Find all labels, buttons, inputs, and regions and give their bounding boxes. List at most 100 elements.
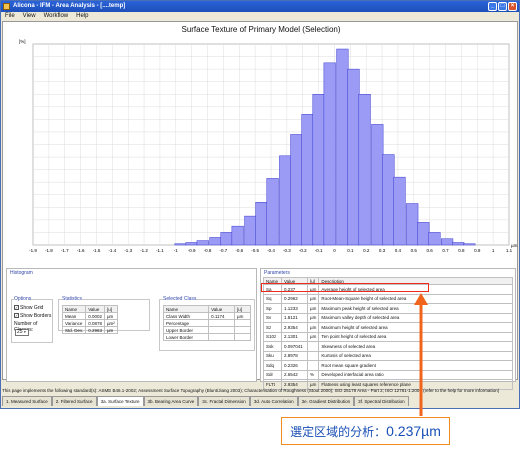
callout-box: 選定区域的分析：0.237µm xyxy=(281,417,450,445)
menu-view[interactable]: View xyxy=(23,12,36,21)
cell: Sdr xyxy=(263,369,282,380)
x-tick-label: -0.9 xyxy=(188,248,196,253)
x-tick-label: -1.7 xyxy=(61,248,69,253)
cell: Ssk xyxy=(263,341,282,352)
histogram-bar xyxy=(428,232,441,246)
table-row[interactable]: Sq 0.2962 µm Root-Mean-Square height of sel… xyxy=(263,293,513,304)
x-tick-label: 0.8 xyxy=(458,248,465,253)
checkbox-icon: ✓ xyxy=(14,313,19,319)
histogram-bar xyxy=(266,178,279,246)
cell: Upper Border xyxy=(162,326,210,334)
main-content: Surface Texture of Primary Model (Select… xyxy=(2,21,518,390)
highlight-box xyxy=(261,283,429,292)
cell: 1.8121 xyxy=(281,312,308,323)
col-header: [u] xyxy=(234,305,251,313)
menu-help[interactable]: Help xyxy=(76,12,88,21)
cell xyxy=(208,333,236,341)
maximize-button[interactable]: □ xyxy=(498,2,507,11)
tab-auto-correlation[interactable]: 3d. Auto Correlation xyxy=(249,396,298,406)
cell: 0.0878 xyxy=(85,319,105,327)
x-tick-label: 0.4 xyxy=(395,248,402,253)
selected-class-title: Selected Class xyxy=(163,296,197,302)
cell: Maximum height of selected area xyxy=(318,322,513,333)
cell xyxy=(208,326,236,334)
histogram-bar xyxy=(441,238,454,246)
tab-fractal-dimension[interactable]: 3c. Fractal Dimension xyxy=(198,396,250,406)
cell xyxy=(208,319,236,327)
histogram-bar xyxy=(290,134,303,246)
close-button[interactable]: × xyxy=(508,2,517,11)
parameters-title: Parameters xyxy=(264,270,290,276)
cell: Sv xyxy=(263,312,282,323)
cell: % xyxy=(306,369,320,380)
x-tick-label: 0.1 xyxy=(347,248,354,253)
y-axis-label: [%] xyxy=(19,39,26,44)
tab-filtered-surface[interactable]: 2. Filtered Surface xyxy=(51,396,97,406)
histogram-panel: Histogram Options ✓ Show Grid ✓ Show Borde… xyxy=(6,268,257,382)
table-row[interactable]: Sz 2.9354 µm Maximum height of selected are… xyxy=(263,322,513,333)
cell: µm xyxy=(234,312,251,320)
x-tick-label: -0.8 xyxy=(204,248,212,253)
x-tick-label: -0.4 xyxy=(267,248,275,253)
cell: Ten point height of selected area xyxy=(318,331,513,342)
x-tick-label: -1.3 xyxy=(124,248,132,253)
histogram-bar xyxy=(312,94,325,246)
histogram-bar xyxy=(336,48,349,246)
x-tick-label: 1 xyxy=(492,248,495,253)
histogram-bar xyxy=(452,242,465,246)
table-row[interactable]: Sdq 0.2326 Root mean square gradient xyxy=(263,360,513,371)
table-row[interactable]: Sv 1.8121 µm Maximum valley depth of select… xyxy=(263,312,513,323)
cell xyxy=(234,326,251,334)
menu-file[interactable]: File xyxy=(5,12,15,21)
cell: 2.6542 xyxy=(281,369,308,380)
cell: Skewness of selected area xyxy=(318,341,513,352)
tab-bearing-area-curve[interactable]: 3b. Bearing Area Curve xyxy=(143,396,199,406)
col-header: Name xyxy=(162,305,210,313)
table-row[interactable]: S10z 2.1301 µm Ten point height of selected… xyxy=(263,331,513,342)
minimize-button[interactable]: _ xyxy=(488,2,497,11)
menu-workflow[interactable]: Workflow xyxy=(44,12,69,21)
col-header: Value xyxy=(208,305,236,313)
x-tick-label: -1.8 xyxy=(45,248,53,253)
show-grid-checkbox[interactable]: ✓ Show Grid xyxy=(14,305,43,311)
show-borders-label: Show Borders xyxy=(20,313,52,319)
histogram-chart: -1.9 -1.8 -1.7 -1.6 -1.5 -1.4 -1.3 -1.2 -1.1 -1 -0… xyxy=(19,39,518,253)
cell: 0.0002 xyxy=(85,312,105,320)
cell xyxy=(234,333,251,341)
table-row: Lower Border xyxy=(162,333,251,341)
options-title: Options xyxy=(14,296,32,302)
cell: µm xyxy=(306,331,320,342)
tab-gradient-distribution[interactable]: 3e. Gradient Distribution xyxy=(297,396,355,406)
x-tick-label: -1.1 xyxy=(156,248,164,253)
histogram-bar xyxy=(393,176,406,246)
show-grid-label: Show Grid xyxy=(20,305,44,311)
table-row[interactable]: Ssk 0.097041 Skewness of selected area xyxy=(263,341,513,352)
num-classes-select[interactable]: 25 ▼ xyxy=(15,329,29,336)
show-borders-checkbox[interactable]: ✓ Show Borders xyxy=(14,313,51,319)
histogram-bar xyxy=(417,222,430,246)
table-row[interactable]: Sku 2.8978 Kurtosis of selected area xyxy=(263,350,513,361)
callout-value: 0.237µm xyxy=(386,423,441,439)
table-row[interactable]: Sp 1.1233 µm Maximum peak height of selecte… xyxy=(263,303,513,314)
histogram-bar xyxy=(301,114,314,246)
histogram-bar xyxy=(231,225,244,246)
cell: 2.1301 xyxy=(281,331,308,342)
cell: Sz xyxy=(263,322,282,333)
cell: Kurtosis of selected area xyxy=(318,350,513,361)
tab-measured-surface[interactable]: 1. Measured Surface xyxy=(2,396,52,406)
col-header: [u] xyxy=(103,305,118,313)
histogram-bar xyxy=(406,203,419,246)
histogram-bar xyxy=(255,202,268,246)
tab-spectral-distribution[interactable]: 3f. Spectral Distribution xyxy=(354,396,409,406)
cell: 2.9354 xyxy=(281,322,308,333)
tab-bar: 1. Measured Surface 2. Filtered Surface … xyxy=(2,396,518,406)
table-row[interactable]: Sdr 2.6542% Developed interfacial area rat… xyxy=(263,369,513,380)
cell: Variance xyxy=(61,319,87,327)
cell xyxy=(306,341,320,352)
cell: Maximum peak height of selected area xyxy=(318,303,513,314)
tab-surface-texture[interactable]: 3a. Surface Texture xyxy=(96,396,144,406)
histogram-bar xyxy=(382,154,395,246)
x-tick-label: 0.3 xyxy=(379,248,386,253)
cell: µm xyxy=(306,293,320,304)
cell: Root-Mean-Square height of selected area xyxy=(318,293,513,304)
